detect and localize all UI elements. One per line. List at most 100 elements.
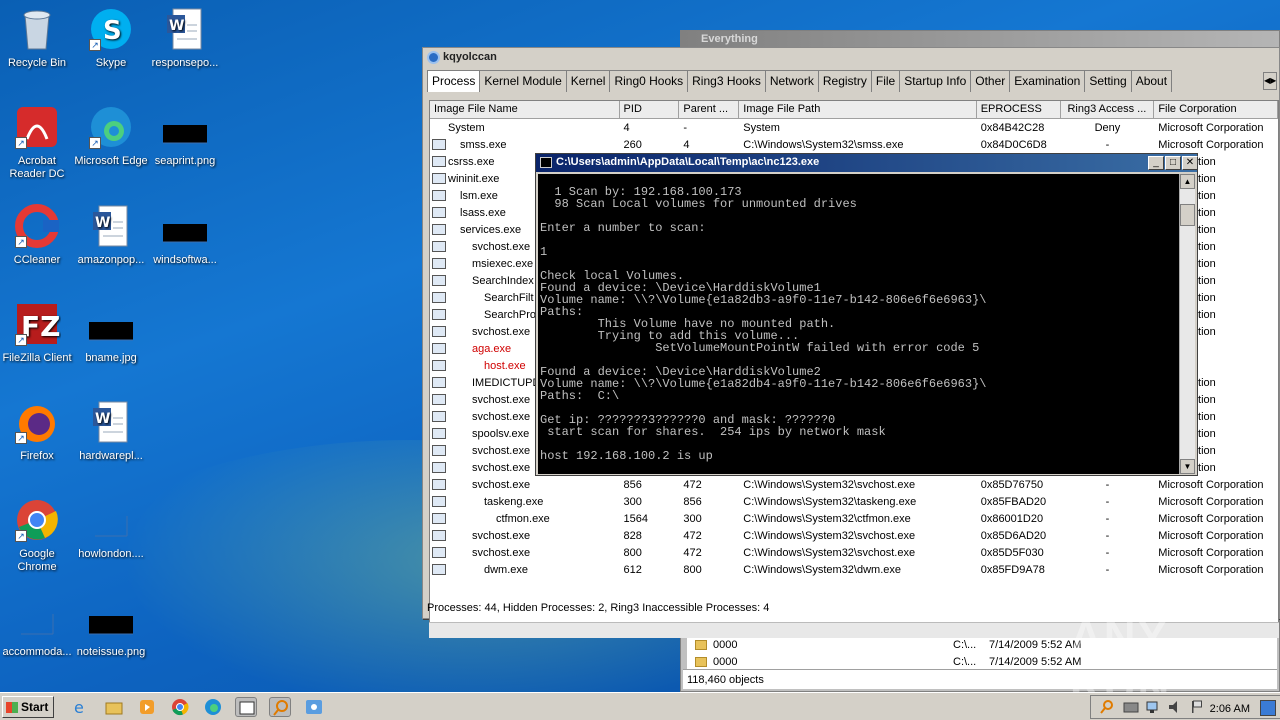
action-center-flag-icon[interactable] (1189, 699, 1205, 718)
tab-network[interactable]: Network (764, 70, 819, 92)
desktop-icon[interactable]: noteissue.png (74, 594, 148, 659)
tab-kernel[interactable]: Kernel (565, 70, 611, 92)
keyboard-tray-icon[interactable] (1123, 699, 1139, 718)
tab-about[interactable]: About (1130, 70, 1173, 92)
process-name: aga.exe (472, 342, 512, 355)
file-icon (13, 594, 61, 642)
kqyolccan-task-icon[interactable] (235, 697, 257, 717)
tab-scroll-arrows-icon[interactable]: ◀▶ (1263, 72, 1277, 90)
desktop-icon[interactable]: bname.jpg (74, 300, 148, 365)
desktop-icon-label: seaprint.png (154, 155, 216, 167)
process-name-cell: System (430, 122, 620, 134)
network-task-icon[interactable] (303, 697, 325, 717)
console-title: C:\Users\admin\AppData\Local\Temp\ac\nc1… (556, 156, 820, 168)
table-row[interactable]: System 4 - System 0x84B42C28 Deny Microsoft Co… (430, 119, 1278, 136)
desktop-icon[interactable]: howlondon.... (74, 496, 148, 561)
desktop-icon[interactable]: ↗ Firefox (0, 398, 74, 463)
desktop-icon-label: bname.jpg (85, 352, 137, 364)
tab-ring0-hooks[interactable]: Ring0 Hooks (609, 70, 689, 92)
process-name: lsass.exe (460, 206, 506, 219)
table-row[interactable]: svchost.exe 856 472 C:\Windows\System32\svc… (430, 476, 1278, 493)
table-cell: 800 (623, 546, 642, 559)
console-output[interactable]: 1 Scan by: 192.168.100.173 98 Scan Local… (538, 174, 1180, 474)
column-header[interactable]: Image File Name (430, 101, 620, 118)
image-file-icon (161, 103, 209, 151)
table-cell: 0x84B42C28 (980, 121, 1045, 134)
process-name: System (448, 121, 485, 134)
desktop-icon[interactable]: Wresponsepo... (148, 5, 222, 70)
desktop-icon[interactable]: FZ ↗ FileZilla Client (0, 300, 74, 365)
process-name: wininit.exe (448, 172, 500, 185)
table-row[interactable]: dwm.exe 612 800 C:\Windows\System32\dwm.exe… (430, 561, 1278, 578)
table-row[interactable]: svchost.exe 800 472 C:\Windows\System32\svc… (430, 544, 1278, 561)
scroll-up-icon[interactable]: ▲ (1180, 174, 1195, 189)
tab-file[interactable]: File (870, 70, 901, 92)
internet-explorer-icon[interactable]: e (70, 697, 92, 717)
tab-registry[interactable]: Registry (817, 70, 872, 92)
close-button[interactable]: ✕ (1182, 156, 1198, 170)
table-row[interactable]: svchost.exe 828 472 C:\Windows\System32\svc… (430, 527, 1278, 544)
console-line: Enter a number to scan: (540, 221, 706, 235)
desktop-icon[interactable]: ↗ Google Chrome (0, 496, 74, 574)
process-name: lsm.exe (460, 189, 498, 202)
explorer-folder-icon[interactable] (103, 697, 125, 717)
column-header[interactable]: File Corporation (1154, 101, 1278, 118)
desktop-icon[interactable]: ↗ CCleaner (0, 202, 74, 267)
tab-examination[interactable]: Examination (1009, 70, 1086, 92)
column-header[interactable]: EPROCESS (977, 101, 1061, 118)
desktop-icon[interactable]: ↗ Microsoft Edge (74, 103, 148, 168)
media-player-icon[interactable] (136, 697, 158, 717)
search-tray-icon[interactable] (1099, 699, 1115, 718)
desktop-icon[interactable]: Wamazonpop... (74, 202, 148, 267)
scroll-thumb[interactable] (1180, 204, 1195, 226)
desktop-icon-label: Microsoft Edge (74, 155, 148, 167)
column-header[interactable]: Parent ... (679, 101, 740, 118)
filezilla-icon: FZ ↗ (13, 300, 61, 348)
table-row[interactable]: smss.exe 260 4 C:\Windows\System32\smss.exe… (430, 136, 1278, 153)
scroll-down-icon[interactable]: ▼ (1180, 459, 1195, 474)
tab-kernel-module[interactable]: Kernel Module (479, 70, 567, 92)
console-vertical-scrollbar[interactable]: ▲ ▼ (1179, 174, 1195, 474)
desktop-icon[interactable]: seaprint.png (148, 103, 222, 168)
tab-setting[interactable]: Setting (1084, 70, 1132, 92)
desktop-icon[interactable]: S ↗ Skype (74, 5, 148, 70)
column-header[interactable]: Image File Path (739, 101, 977, 118)
desktop-icon[interactable]: Whardwarepl... (74, 398, 148, 463)
windows-logo-icon (6, 702, 18, 713)
column-header[interactable]: Ring3 Access ... (1061, 101, 1155, 118)
tab-startup-info[interactable]: Startup Info (899, 70, 972, 92)
shortcut-arrow-icon: ↗ (89, 137, 101, 149)
kqyolccan-titlebar[interactable]: kqyolccan (423, 48, 1279, 68)
edge-icon[interactable] (202, 697, 224, 717)
clock[interactable]: 2:06 AM (1210, 703, 1250, 715)
minimize-button[interactable]: _ (1148, 156, 1164, 170)
table-row[interactable]: ctfmon.exe 1564 300 C:\Windows\System32\ctf… (430, 510, 1278, 527)
desktop-icon[interactable]: accommoda... (0, 594, 74, 659)
console-line: start scan for shares. 254 ips by networ… (540, 425, 886, 439)
desktop-icon-label: accommoda... (2, 646, 72, 658)
svg-text:W: W (95, 411, 110, 427)
volume-tray-icon[interactable] (1167, 699, 1183, 718)
everything-search-task-icon[interactable] (269, 697, 291, 717)
tab-other[interactable]: Other (970, 70, 1011, 92)
table-cell: C:\Windows\System32\svchost.exe (743, 546, 916, 559)
tab-process[interactable]: Process (427, 70, 481, 92)
maximize-button[interactable]: □ (1165, 156, 1181, 170)
chrome-icon[interactable] (169, 697, 191, 717)
show-desktop-icon[interactable] (1260, 700, 1276, 716)
console-titlebar[interactable]: C:\Users\admin\AppData\Local\Temp\ac\nc1… (536, 154, 1197, 172)
start-button[interactable]: Start (2, 696, 54, 718)
column-header[interactable]: PID (620, 101, 680, 118)
network-tray-icon[interactable] (1145, 699, 1161, 718)
desktop-icon[interactable]: Recycle Bin (0, 5, 74, 70)
desktop-icon[interactable]: windsoftwa... (148, 202, 222, 267)
shortcut-arrow-icon: ↗ (15, 137, 27, 149)
table-row[interactable]: taskeng.exe 300 856 C:\Windows\System32\tas… (430, 493, 1278, 510)
process-icon (432, 411, 446, 423)
table-cell: 856 (683, 495, 702, 508)
console-window[interactable]: C:\Users\admin\AppData\Local\Temp\ac\nc1… (535, 153, 1198, 476)
table-cell: Deny (1094, 121, 1121, 134)
process-icon (432, 275, 446, 287)
tab-ring3-hooks[interactable]: Ring3 Hooks (687, 70, 766, 92)
desktop-icon[interactable]: ↗ Acrobat Reader DC (0, 103, 74, 181)
